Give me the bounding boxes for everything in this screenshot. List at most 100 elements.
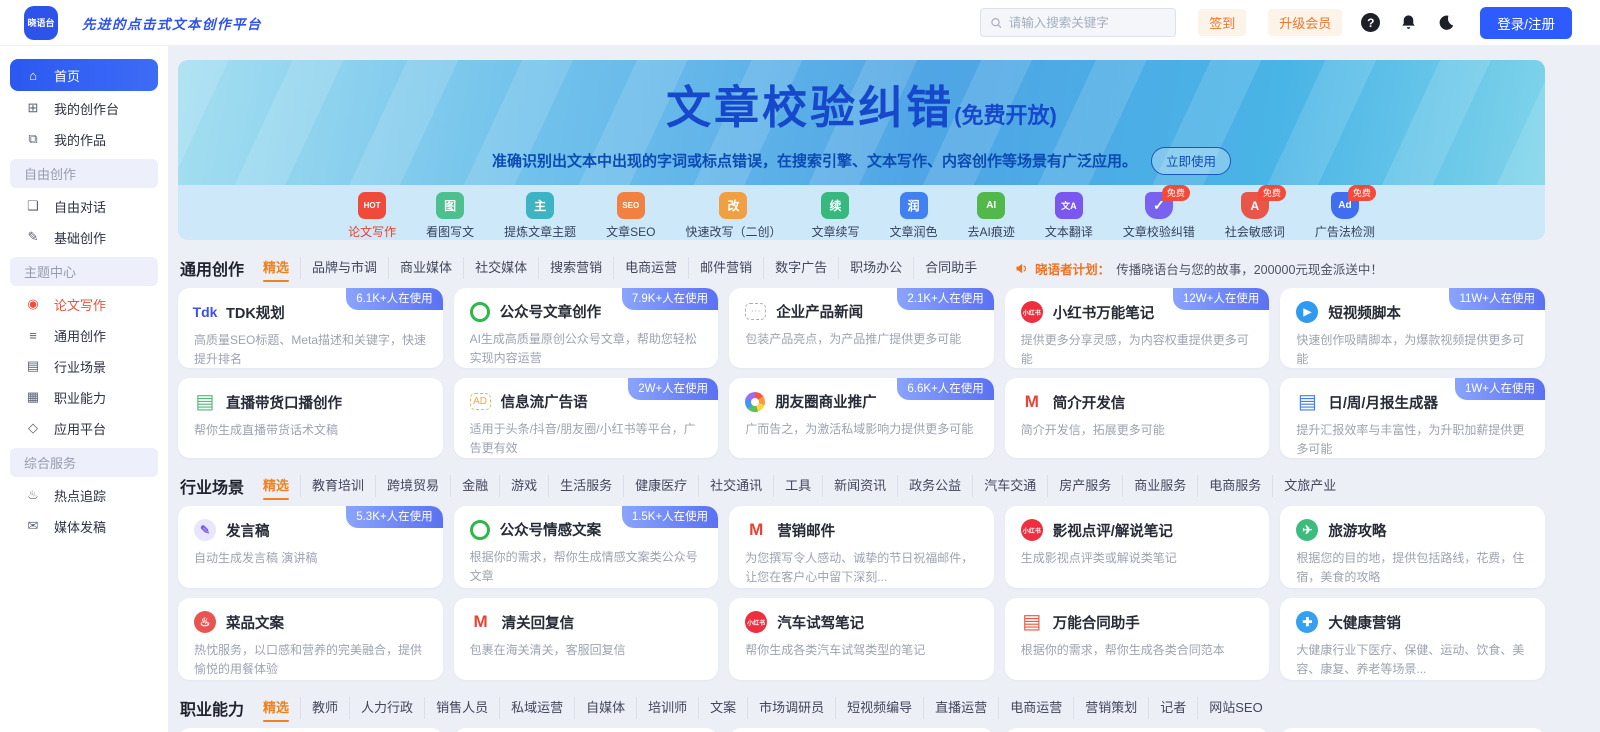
sidebar-item-general-creation[interactable]: ≡ 通用创作 xyxy=(10,321,158,349)
app-card-short-video-script[interactable]: 11W+人在使用 ▶ 短视频脚本 快速创作吸睛脚本，为爆款视频提供更多可能 xyxy=(1280,288,1545,368)
quick-tool-quick-rewrite[interactable]: 改快速改写（二创） xyxy=(685,192,781,240)
theme-toggle-button[interactable] xyxy=(1437,13,1456,32)
category-tab[interactable]: 市场调研员 xyxy=(747,697,835,719)
quick-tool-article-continue[interactable]: 续文章续写 xyxy=(811,192,860,240)
category-tab[interactable]: 销售人员 xyxy=(424,697,499,719)
category-tab[interactable]: 精选 xyxy=(252,697,300,722)
sidebar-item-basic-creation[interactable]: ✎ 基础创作 xyxy=(10,223,158,251)
quick-tool-picture-writing[interactable]: 图看图写文 xyxy=(426,192,474,240)
app-card-feed-ad-copy[interactable]: 2W+人在使用 AD 信息流广告语 适用于头条/抖音/朋友圈/小红书等平台，广告更有效 xyxy=(453,378,719,458)
sidebar-item-home[interactable]: ⌂ 首页 xyxy=(10,59,158,91)
category-tab[interactable]: 邮件营销 xyxy=(688,257,763,279)
quick-tool-sensitive-words[interactable]: A 免费 社会敏感词 xyxy=(1225,185,1286,240)
category-tab[interactable]: 电商服务 xyxy=(1197,475,1272,497)
app-card[interactable] xyxy=(729,728,994,732)
category-tab[interactable]: 网站SEO xyxy=(1197,697,1273,719)
category-tab[interactable]: 记者 xyxy=(1148,697,1197,719)
quick-tool-remove-ai-trace[interactable]: AI 去AI痕迹 xyxy=(968,192,1015,240)
app-card-tdk-plan[interactable]: 6.1K+人在使用 Tdk TDK规划 高质量SEO标题、Meta描述和关键字，快速提… xyxy=(178,288,443,368)
quick-tool-paper-writing[interactable]: HOT 论文写作 xyxy=(348,192,396,240)
category-tab[interactable]: 职场办公 xyxy=(838,257,913,279)
upgrade-vip-button[interactable]: 升级会员 xyxy=(1268,9,1343,36)
category-tab[interactable]: 跨境贸易 xyxy=(375,475,450,497)
category-tab[interactable]: 私域运营 xyxy=(499,697,574,719)
quick-tool-ad-law-check[interactable]: Ad 免费 广告法检测 xyxy=(1315,185,1376,240)
app-card-intro-dev-letter[interactable]: M 简介开发信 简介开发信，拓展更多可能 xyxy=(1004,378,1270,458)
category-tab[interactable]: 商业媒体 xyxy=(388,257,463,279)
category-tab[interactable]: 汽车交通 xyxy=(972,475,1047,497)
category-tab[interactable]: 合同助手 xyxy=(913,257,988,279)
login-register-button[interactable]: 登录/注册 xyxy=(1480,6,1572,39)
app-card[interactable] xyxy=(1004,728,1270,732)
category-tab[interactable]: 搜索营销 xyxy=(538,257,613,279)
app-card-dish-copy[interactable]: ♨ 菜品文案 热忱服务，以口感和营养的完美融合，提供愉悦的用餐体验 xyxy=(178,598,443,680)
quick-tool-article-polish[interactable]: 润文章润色 xyxy=(890,192,938,240)
notifications-button[interactable] xyxy=(1399,13,1418,32)
quick-tool-proofread[interactable]: ✓ 免费 文章校验纠错 xyxy=(1123,185,1195,240)
sidebar-item-my-works[interactable]: ⧉ 我的作品 xyxy=(10,125,158,153)
app-card[interactable] xyxy=(453,728,719,732)
sidebar-item-career-skill[interactable]: ▦ 职业能力 xyxy=(10,383,158,411)
category-tab[interactable]: 游戏 xyxy=(499,475,548,497)
sidebar-item-free-chat[interactable]: ❏ 自由对话 xyxy=(10,192,158,220)
promo-announcement[interactable]: 晓语者计划： 传播晓语台与您的故事，200000元现金派送中！ xyxy=(1014,259,1383,278)
app-card-health-marketing[interactable]: ✚ 大健康营销 大健康行业下医疗、保健、运动、饮食、美容、康复、养老等场景... xyxy=(1280,598,1545,680)
app-card[interactable] xyxy=(178,728,443,732)
sidebar-item-app-platform[interactable]: ◇ 应用平台 xyxy=(10,414,158,442)
app-card-customs-reply-letter[interactable]: M 清关回复信 包裹在海关清关，客服回复信 xyxy=(453,598,719,680)
category-tab[interactable]: 电商运营 xyxy=(613,257,688,279)
category-tab[interactable]: 新闻资讯 xyxy=(822,475,897,497)
banner-cta-button[interactable]: 立即使用 xyxy=(1151,146,1232,175)
sidebar-item-paper-writing[interactable]: ◉ 论文写作 xyxy=(10,290,158,318)
category-tab[interactable]: 教育培训 xyxy=(300,475,375,497)
category-tab[interactable]: 文旅产业 xyxy=(1272,475,1347,497)
category-tab[interactable]: 数字广告 xyxy=(763,257,838,279)
app-logo[interactable]: 晓语台 xyxy=(24,5,58,40)
sidebar-item-my-workbench[interactable]: ⊞ 我的创作台 xyxy=(10,94,158,122)
category-tab[interactable]: 商业服务 xyxy=(1122,475,1197,497)
category-tab[interactable]: 政务公益 xyxy=(897,475,972,497)
category-tab[interactable]: 社交通讯 xyxy=(698,475,773,497)
quick-tool-extract-topic[interactable]: 主提炼文章主题 xyxy=(504,192,576,240)
app-card-speech-draft[interactable]: 5.3K+人在使用 ✎ 发言稿 自动生成发言稿 演讲稿 xyxy=(178,506,443,588)
category-tab[interactable]: 房产服务 xyxy=(1047,475,1122,497)
category-tab[interactable]: 培训师 xyxy=(636,697,698,719)
quick-tool-article-seo[interactable]: SEO 文章SEO xyxy=(606,192,655,240)
sidebar-item-industry-scene[interactable]: ▤ 行业场景 xyxy=(10,352,158,380)
category-tab[interactable]: 生活服务 xyxy=(548,475,623,497)
sidebar-item-hotspot-tracking[interactable]: ♨ 热点追踪 xyxy=(10,481,158,509)
checkin-button[interactable]: 签到 xyxy=(1198,9,1247,36)
app-card-contract-helper[interactable]: ▤ 万能合同助手 根据你的需求，帮你生成各类合同范本 xyxy=(1004,598,1270,680)
search-box[interactable] xyxy=(980,8,1177,37)
category-tab[interactable]: 电商运营 xyxy=(998,697,1073,719)
category-tab[interactable]: 短视频编导 xyxy=(835,697,923,719)
app-card[interactable] xyxy=(1280,728,1545,732)
app-card-live-commerce-script[interactable]: ▤ 直播带货口播创作 帮你生成直播带货话术文稿 xyxy=(178,378,443,458)
app-card-xiaohongshu-note[interactable]: 12W+人在使用 小红书 小红书万能笔记 提供更多分享灵感，为内容权重提供更多可能 xyxy=(1004,288,1270,368)
category-tab[interactable]: 金融 xyxy=(450,475,499,497)
category-tab[interactable]: 健康医疗 xyxy=(623,475,698,497)
category-tab[interactable]: 教师 xyxy=(300,697,349,719)
category-tab[interactable]: 直播运营 xyxy=(923,697,998,719)
category-tab[interactable]: 营销策划 xyxy=(1073,697,1148,719)
app-card-wechat-emotion-copy[interactable]: 1.5K+人在使用 公众号情感文案 根据你的需求，帮你生成情感文案类公众号文章 xyxy=(453,506,719,588)
quick-tool-text-translate[interactable]: 文A 文本翻译 xyxy=(1045,192,1093,240)
app-card-test-drive-note[interactable]: 小红书 汽车试驾笔记 帮你生成各类汽车试驾类型的笔记 xyxy=(729,598,994,680)
category-tab[interactable]: 文案 xyxy=(698,697,747,719)
app-card-enterprise-news[interactable]: 2.1K+人在使用 ⋯ 企业产品新闻 包装产品亮点，为产品推广提供更多可能 xyxy=(729,288,994,368)
app-card-report-generator[interactable]: 1W+人在使用 ▤ 日/周/月报生成器 提升汇报效率与丰富性，为升职加薪提供更多可能 xyxy=(1280,378,1545,458)
help-button[interactable]: ? xyxy=(1361,13,1381,32)
app-card-marketing-email[interactable]: M 营销邮件 为您撰写令人感动、诚挚的节日祝福邮件，让您在客户心中留下深刻... xyxy=(729,506,994,588)
category-tab[interactable]: 自媒体 xyxy=(574,697,636,719)
category-tab[interactable]: 品牌与市调 xyxy=(300,257,388,279)
search-input[interactable] xyxy=(1008,15,1167,30)
category-tab[interactable]: 精选 xyxy=(252,257,300,282)
category-tab[interactable]: 工具 xyxy=(773,475,822,497)
category-tab[interactable]: 人力行政 xyxy=(349,697,424,719)
app-card-film-review-note[interactable]: 小红书 影视点评/解说笔记 生成影视点评类或解说类笔记 xyxy=(1004,506,1270,588)
app-card-wechat-article[interactable]: 7.9K+人在使用 公众号文章创作 AI生成高质量原创公众号文章，帮助您轻松实现内容… xyxy=(453,288,719,368)
app-card-travel-guide[interactable]: ✈ 旅游攻略 根据您的目的地，提供包括路线，花费，住宿，美食的攻略 xyxy=(1280,506,1545,588)
app-card-moments-promo[interactable]: 6.6K+人在使用 朋友圈商业推广 广而告之，为激活私域影响力提供更多可能 xyxy=(729,378,994,458)
category-tab[interactable]: 精选 xyxy=(252,475,300,500)
sidebar-item-media-publish[interactable]: ✉ 媒体发稿 xyxy=(10,512,158,540)
